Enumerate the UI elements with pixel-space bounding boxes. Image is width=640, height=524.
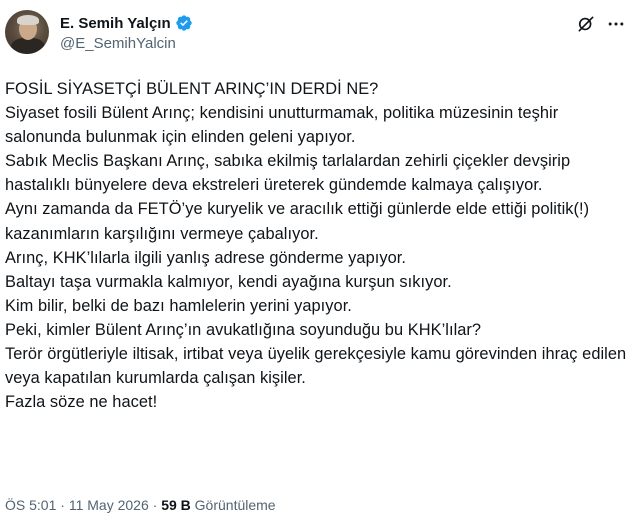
- author-handle[interactable]: @E_SemihYalcin: [60, 35, 193, 52]
- tweet-time[interactable]: ÖS 5:01: [5, 497, 56, 513]
- tweet-line: Arınç, KHK’lılarla ilgili yanlış adrese …: [5, 248, 406, 267]
- meta-separator: ·: [152, 497, 158, 513]
- tweet-line: Baltayı taşa vurmakla kalmıyor, kendi ay…: [5, 272, 452, 291]
- tweet-date[interactable]: 11 May 2026: [69, 497, 149, 513]
- views-label: Görüntüleme: [194, 497, 276, 513]
- tweet-meta: ÖS 5:01 · 11 May 2026 · 59 B Görüntüleme: [5, 497, 276, 513]
- grok-icon[interactable]: [576, 14, 596, 34]
- tweet-line-headline: FOSİL SİYASETÇİ BÜLENT ARINÇ’IN DERDİ NE…: [5, 80, 379, 98]
- views-count: 59 B: [161, 497, 191, 513]
- more-icon[interactable]: [606, 14, 626, 34]
- tweet-text: FOSİL SİYASETÇİ BÜLENT ARINÇ’IN DERDİ NE…: [5, 77, 635, 414]
- tweet-line: Sabık Meclis Başkanı Arınç, sabıka ekilm…: [5, 152, 571, 195]
- author-info: E. Semih Yalçın @E_SemihYalcin: [60, 13, 193, 52]
- meta-separator: ·: [60, 497, 65, 513]
- tweet-line: Terör örgütleriyle iltisak, irtibat veya…: [5, 345, 627, 388]
- author-display-name[interactable]: E. Semih Yalçın: [60, 15, 171, 32]
- tweet-line: Kim bilir, belki de bazı hamlelerin yeri…: [5, 296, 352, 315]
- tweet-line: Peki, kimler Bülent Arınç’ın avukatlığın…: [5, 320, 482, 339]
- tweet-line: Aynı zamanda da FETÖ’ye kuryelik ve arac…: [5, 200, 590, 243]
- tweet-header: E. Semih Yalçın @E_SemihYalcin: [0, 0, 640, 66]
- verified-badge-icon[interactable]: [175, 14, 193, 32]
- tweet-line: Fazla söze ne hacet!: [5, 393, 158, 412]
- tweet-line: Siyaset fosili Bülent Arınç; kendisini u…: [5, 104, 559, 147]
- avatar[interactable]: [5, 10, 49, 54]
